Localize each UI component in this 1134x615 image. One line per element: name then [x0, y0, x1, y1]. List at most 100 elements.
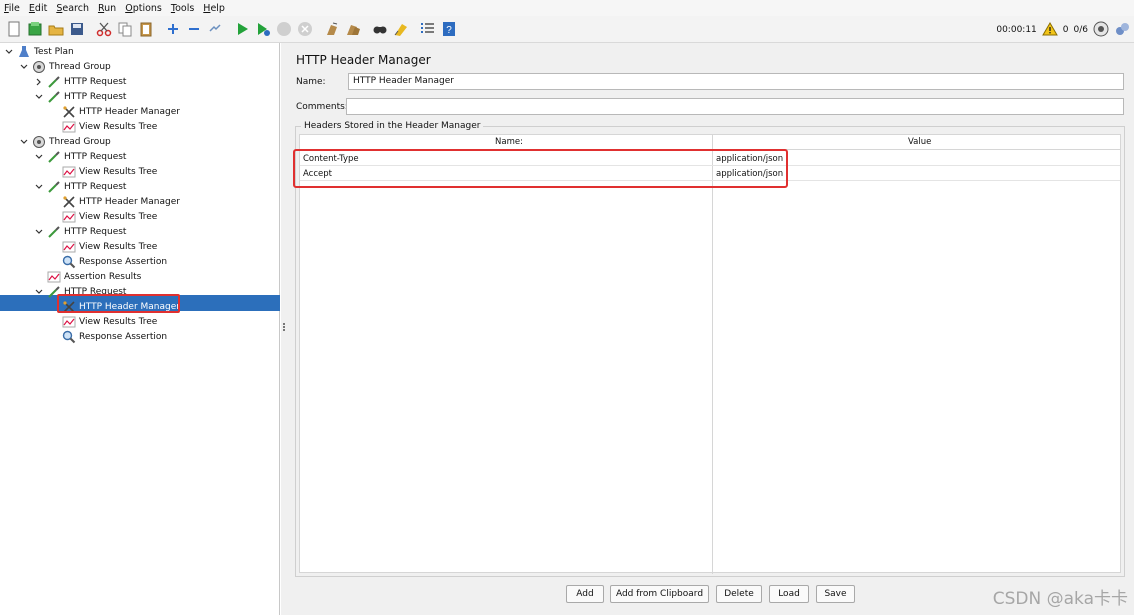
- pipette-icon: [47, 75, 61, 89]
- function-helper-icon[interactable]: [419, 20, 437, 38]
- column-header-value[interactable]: Value: [908, 137, 931, 147]
- cut-icon[interactable]: [95, 20, 113, 38]
- tree-node[interactable]: HTTP Request: [34, 89, 126, 104]
- chevron-down-icon[interactable]: [4, 47, 14, 57]
- collapse-icon[interactable]: [185, 20, 203, 38]
- expand-icon[interactable]: [164, 20, 182, 38]
- chevron-down-icon[interactable]: [34, 182, 44, 192]
- pipette-icon: [47, 225, 61, 239]
- tree-node[interactable]: View Results Tree: [49, 314, 157, 329]
- start-no-pauses-icon[interactable]: [254, 20, 272, 38]
- tree-node-label: Response Assertion: [79, 256, 168, 267]
- chevron-down-icon[interactable]: [34, 287, 44, 297]
- remote-status-icon[interactable]: [1093, 21, 1109, 40]
- shutdown-icon[interactable]: [296, 20, 314, 38]
- tree-node-label: View Results Tree: [79, 211, 158, 222]
- menu-search[interactable]: Search: [56, 3, 89, 14]
- tree-node-label: Thread Group: [49, 136, 111, 147]
- magnifier-icon: [62, 330, 76, 344]
- magnifier-icon: [62, 255, 76, 269]
- tree-node[interactable]: HTTP Header Manager: [49, 194, 180, 209]
- save-icon[interactable]: [68, 20, 86, 38]
- menu-file[interactable]: File: [4, 3, 20, 14]
- tree-node[interactable]: View Results Tree: [49, 239, 157, 254]
- warning-icon[interactable]: [1041, 21, 1058, 39]
- tree-node-label: HTTP Header Manager: [79, 196, 180, 207]
- search-icon[interactable]: [371, 20, 389, 38]
- highlight-box-headers: [293, 149, 788, 188]
- gear-icon: [32, 135, 46, 149]
- column-separator: [712, 135, 713, 574]
- chevron-down-icon[interactable]: [34, 152, 44, 162]
- chart-icon: [62, 240, 76, 254]
- tree-node[interactable]: Thread Group: [19, 134, 111, 149]
- watermark: CSDN @aka卡卡: [992, 589, 1128, 609]
- load-button[interactable]: Load: [769, 585, 809, 603]
- tree-node[interactable]: HTTP Request: [34, 224, 126, 239]
- status-area: 00:00:11 0 0/6: [991, 20, 1130, 40]
- menu-help[interactable]: Help: [203, 3, 225, 14]
- menu-tools[interactable]: Tools: [171, 3, 194, 14]
- tree-node[interactable]: HTTP Request: [34, 149, 126, 164]
- tree-node[interactable]: Test Plan: [4, 44, 74, 59]
- tree-node-label: HTTP Request: [64, 76, 127, 87]
- comments-label: Comments:: [296, 102, 348, 112]
- chevron-down-icon[interactable]: [34, 92, 44, 102]
- menu-bar: File Edit Search Run Options Tools Help: [0, 0, 1134, 16]
- copy-icon[interactable]: [116, 20, 134, 38]
- delete-button[interactable]: Delete: [716, 585, 762, 603]
- column-header-name[interactable]: Name:: [495, 137, 523, 147]
- start-icon[interactable]: [233, 20, 251, 38]
- tree-node[interactable]: Response Assertion: [49, 254, 167, 269]
- tree-node[interactable]: HTTP Request: [34, 74, 126, 89]
- tree-node-label: HTTP Request: [64, 181, 127, 192]
- comments-field[interactable]: [346, 98, 1124, 115]
- tree-node[interactable]: HTTP Header Manager: [49, 104, 180, 119]
- add-button[interactable]: Add: [566, 585, 604, 603]
- paste-icon[interactable]: [137, 20, 155, 38]
- tree-node[interactable]: Assertion Results: [34, 269, 141, 284]
- menu-run[interactable]: Run: [98, 3, 116, 14]
- chevron-right-icon[interactable]: [34, 77, 44, 87]
- gear-icon: [32, 60, 46, 74]
- reset-search-icon[interactable]: [392, 20, 410, 38]
- clear-icon[interactable]: [323, 20, 341, 38]
- help-icon[interactable]: ?: [440, 20, 458, 38]
- tree-node-label: HTTP Header Manager: [79, 106, 180, 117]
- tree-node-label: Assertion Results: [64, 271, 142, 282]
- tree-node[interactable]: View Results Tree: [49, 164, 157, 179]
- tree-node[interactable]: View Results Tree: [49, 119, 157, 134]
- panel-title: HTTP Header Manager: [296, 53, 431, 67]
- menu-options[interactable]: Options: [125, 3, 162, 14]
- tree-node[interactable]: Thread Group: [19, 59, 111, 74]
- pipette-icon: [47, 150, 61, 164]
- tools-icon: [62, 105, 76, 119]
- toggle-icon[interactable]: [206, 20, 224, 38]
- header-manager-panel: HTTP Header Manager Name: HTTP Header Ma…: [287, 43, 1134, 615]
- new-icon[interactable]: [5, 20, 23, 38]
- name-field[interactable]: HTTP Header Manager: [348, 73, 1124, 90]
- tree-node[interactable]: View Results Tree: [49, 209, 157, 224]
- add-from-clipboard-button[interactable]: Add from Clipboard: [610, 585, 709, 603]
- open-icon[interactable]: [47, 20, 65, 38]
- tree-node-label: Response Assertion: [79, 331, 168, 342]
- clear-all-icon[interactable]: [344, 20, 362, 38]
- save-button[interactable]: Save: [816, 585, 855, 603]
- highlight-box-selected-node: [57, 294, 180, 313]
- chevron-down-icon[interactable]: [34, 227, 44, 237]
- tools-icon: [62, 195, 76, 209]
- templates-icon[interactable]: [26, 20, 44, 38]
- headers-table: Name: Value Content-Type application/jso…: [299, 134, 1121, 574]
- tree-node[interactable]: HTTP Request: [34, 179, 126, 194]
- stop-icon[interactable]: [275, 20, 293, 38]
- svg-text:?: ?: [446, 25, 452, 36]
- menu-edit[interactable]: Edit: [29, 3, 47, 14]
- chevron-down-icon[interactable]: [19, 62, 29, 72]
- table-header: Name: Value: [300, 135, 1120, 150]
- chart-icon: [62, 315, 76, 329]
- log-viewer-icon[interactable]: [1114, 21, 1130, 40]
- chevron-down-icon[interactable]: [19, 137, 29, 147]
- tree-node[interactable]: Response Assertion: [49, 329, 167, 344]
